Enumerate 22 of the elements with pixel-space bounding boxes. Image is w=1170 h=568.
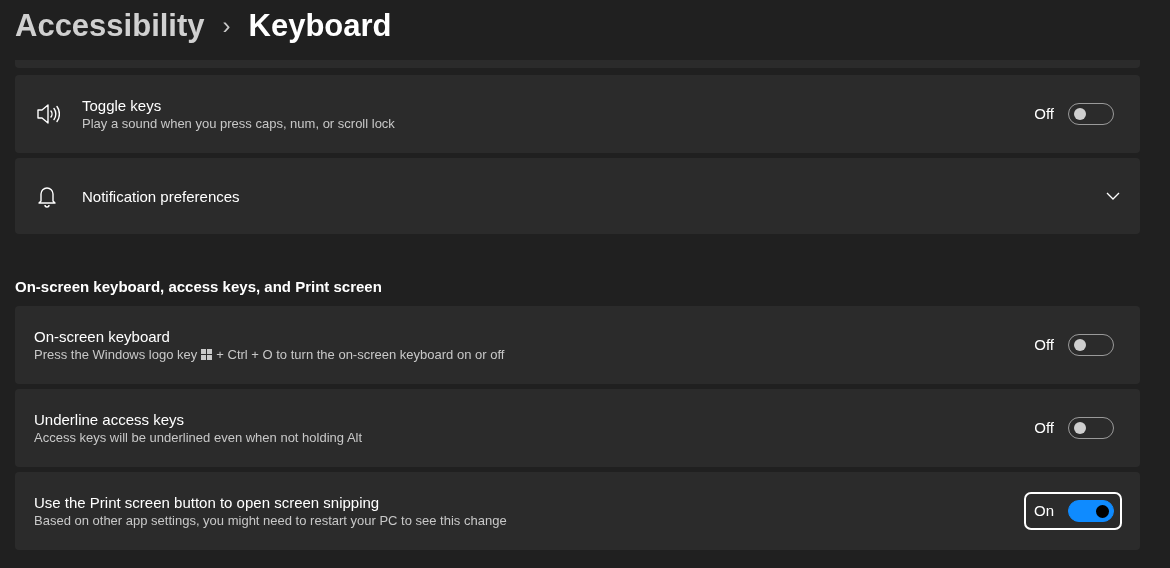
setting-title: Use the Print screen button to open screen snipping — [34, 493, 381, 512]
setting-card[interactable]: Notification preferences — [15, 158, 1140, 234]
setting-description: Press the Windows logo key — [34, 347, 198, 362]
page-title: Keyboard — [248, 6, 392, 45]
toggle-state-label: On — [1034, 500, 1054, 521]
windows-logo-icon — [201, 349, 213, 360]
breadcrumb-separator: › — [222, 11, 231, 41]
setting-title: On-screen keyboard — [34, 327, 171, 346]
setting-description: Play a sound when you press caps, num, or scroll lock — [82, 115, 395, 132]
setting-title: Underline access keys — [34, 410, 186, 429]
setting-description: Access keys will be underlined even when not holding Alt — [34, 429, 363, 446]
setting-description: Based on other app settings, you might need to restart your PC to see this change — [34, 512, 507, 529]
speaker-icon — [34, 101, 60, 127]
toggle-state-label: Off — [1034, 417, 1054, 438]
setting-title: Toggle keys — [82, 96, 163, 115]
toggle-switch[interactable] — [1068, 500, 1114, 522]
section-heading: On-screen keyboard, access keys, and Print screen — [15, 277, 383, 297]
breadcrumb-link[interactable]: Accessibility — [15, 2, 205, 50]
toggle-state-label: Off — [1034, 334, 1054, 355]
setting-title: Notification preferences — [82, 186, 240, 206]
setting-description: + Ctrl + O to turn the on-screen keyboard on or off — [216, 347, 505, 362]
toggle-state-label: Off — [1034, 103, 1054, 124]
